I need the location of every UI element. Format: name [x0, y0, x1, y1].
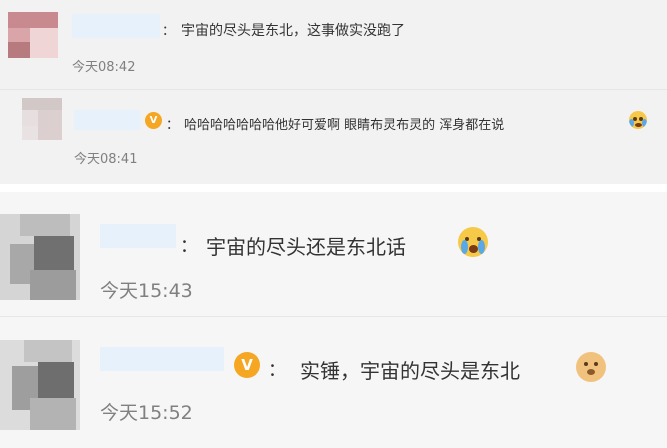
- timestamp: 今天15:52: [100, 402, 193, 424]
- section-gap: [0, 184, 667, 192]
- comment-text: 宇宙的尽头还是东北话: [206, 235, 406, 259]
- avatar[interactable]: [22, 98, 62, 140]
- avatar[interactable]: [0, 340, 80, 430]
- timestamp: 今天08:41: [74, 152, 138, 167]
- username[interactable]: [100, 347, 224, 371]
- crying-laugh-emoji-icon: [629, 111, 647, 129]
- divider: [0, 89, 667, 90]
- colon: ：: [268, 360, 286, 381]
- comment-panel-top: ： 宇宙的尽头是东北，这事做实没跑了 今天08:42 V ： 哈哈哈哈哈哈哈他好…: [0, 0, 667, 184]
- divider: [0, 316, 667, 317]
- colon: ：: [180, 236, 198, 257]
- colon: ：: [166, 118, 180, 133]
- avatar[interactable]: [0, 214, 80, 300]
- avatar[interactable]: [8, 12, 58, 58]
- username[interactable]: [100, 224, 176, 248]
- colon: ：: [162, 24, 176, 39]
- timestamp: 今天15:43: [100, 280, 193, 302]
- timestamp: 今天08:42: [72, 60, 136, 75]
- comment-panel-bottom: ： 宇宙的尽头还是东北话 今天15:43 V ： 实锤，宇宙的尽头是东北 今天1…: [0, 192, 667, 448]
- comment-text: 实锤，宇宙的尽头是东北: [300, 359, 520, 383]
- username[interactable]: [72, 14, 160, 38]
- username[interactable]: [74, 110, 140, 130]
- comment-text: 哈哈哈哈哈哈哈他好可爱啊 眼睛布灵布灵的 浑身都在说: [184, 118, 505, 133]
- verified-badge-icon: V: [145, 112, 162, 129]
- verified-badge-icon: V: [234, 352, 260, 378]
- comment-text: 宇宙的尽头是东北，这事做实没跑了: [181, 23, 405, 39]
- doge-emoji-icon: [576, 352, 606, 382]
- crying-emoji-icon: [458, 227, 488, 257]
